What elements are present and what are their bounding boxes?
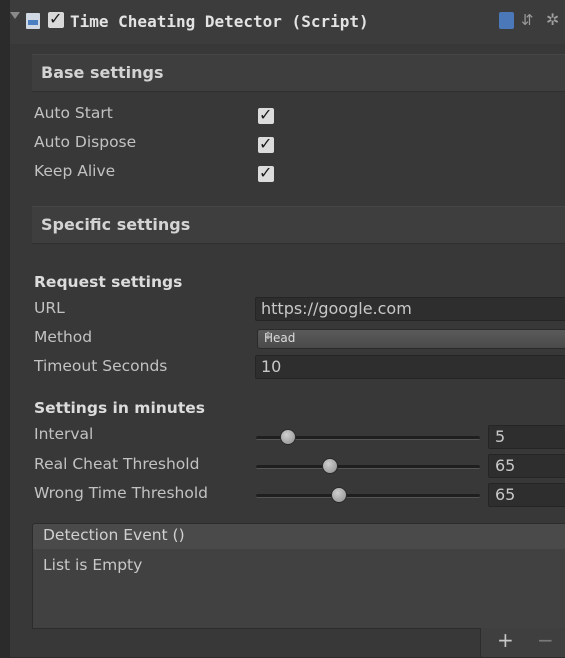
interval-label: Interval xyxy=(34,425,94,443)
keep-alive-label: Keep Alive xyxy=(34,162,116,180)
wrong-time-threshold-slider-thumb[interactable] xyxy=(331,487,347,503)
auto-start-label: Auto Start xyxy=(34,104,113,122)
wrong-time-threshold-slider[interactable] xyxy=(256,487,480,503)
detection-event-footer: + − xyxy=(480,628,565,658)
auto-dispose-checkbox[interactable]: ✓ xyxy=(258,134,274,153)
component-title: Time Cheating Detector (Script) xyxy=(70,12,369,31)
preset-icon[interactable]: ⇵ xyxy=(521,12,534,29)
script-icon xyxy=(26,13,40,29)
interval-slider[interactable] xyxy=(256,429,480,445)
detection-event-header: Detection Event () xyxy=(32,523,565,550)
detection-event-title: Detection Event () xyxy=(43,526,185,544)
empty-list-text: List is Empty xyxy=(43,556,143,574)
url-value: https://google.com xyxy=(261,299,412,318)
timeout-seconds-input[interactable]: 10 xyxy=(255,355,565,379)
dropdown-arrows-icon: ⇕ xyxy=(264,331,273,342)
checkmark-icon: ✓ xyxy=(259,134,273,153)
real-cheat-threshold-slider[interactable] xyxy=(256,458,480,474)
detection-event-list: List is Empty xyxy=(32,549,565,629)
real-cheat-threshold-slider-thumb[interactable] xyxy=(322,458,338,474)
settings-in-minutes-header: Settings in minutes xyxy=(34,399,205,417)
timeout-seconds-label: Timeout Seconds xyxy=(34,357,168,375)
help-book-icon[interactable] xyxy=(499,12,514,29)
wrong-time-threshold-label: Wrong Time Threshold xyxy=(34,484,208,502)
interval-slider-thumb[interactable] xyxy=(280,429,296,445)
component-header: ✓ Time Cheating Detector (Script) ⇵ ✲ xyxy=(10,0,565,44)
specific-settings-header: Specific settings xyxy=(32,206,565,244)
remove-event-button[interactable]: − xyxy=(537,628,554,652)
base-settings-header: Base settings xyxy=(32,54,565,92)
real-cheat-threshold-input[interactable]: 65 xyxy=(488,454,565,478)
interval-input[interactable]: 5 xyxy=(488,425,565,449)
section-title: Specific settings xyxy=(41,215,191,234)
interval-value: 5 xyxy=(495,427,506,446)
request-settings-header: Request settings xyxy=(34,273,183,291)
real-cheat-threshold-value: 65 xyxy=(495,456,516,475)
component-enabled-checkbox[interactable]: ✓ xyxy=(48,9,64,28)
inspector-panel: ✓ Time Cheating Detector (Script) ⇵ ✲ Ba… xyxy=(10,0,565,658)
auto-start-checkbox[interactable]: ✓ xyxy=(258,105,274,124)
checkmark-icon: ✓ xyxy=(49,9,63,28)
checkmark-icon: ✓ xyxy=(259,105,273,124)
url-label: URL xyxy=(34,299,65,317)
gear-icon[interactable]: ✲ xyxy=(546,11,559,28)
auto-dispose-label: Auto Dispose xyxy=(34,133,137,151)
wrong-time-threshold-input[interactable]: 65 xyxy=(488,483,565,507)
timeout-seconds-value: 10 xyxy=(261,357,282,376)
real-cheat-threshold-label: Real Cheat Threshold xyxy=(34,455,200,473)
method-dropdown[interactable]: Head ⇕ xyxy=(257,329,565,349)
keep-alive-checkbox[interactable]: ✓ xyxy=(258,163,274,182)
url-input[interactable]: https://google.com xyxy=(255,297,565,321)
foldout-arrow-icon[interactable] xyxy=(10,12,20,19)
checkmark-icon: ✓ xyxy=(259,163,273,182)
wrong-time-threshold-value: 65 xyxy=(495,485,516,504)
section-title: Base settings xyxy=(41,63,164,82)
method-label: Method xyxy=(34,328,93,346)
add-event-button[interactable]: + xyxy=(497,628,514,652)
